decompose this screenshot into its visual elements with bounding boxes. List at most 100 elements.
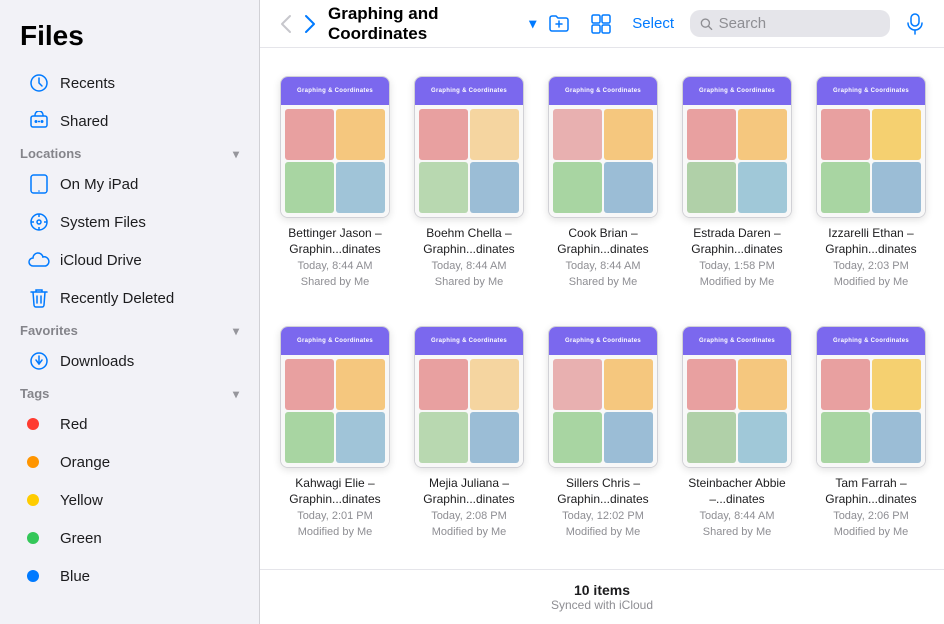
tags-chevron-icon: ▾ xyxy=(233,387,239,401)
locations-section-header[interactable]: Locations ▾ xyxy=(0,140,259,165)
new-folder-button[interactable] xyxy=(544,9,574,39)
search-bar[interactable] xyxy=(690,10,890,37)
thumb-cell xyxy=(604,162,653,213)
sidebar-item-icloud-drive[interactable]: iCloud Drive xyxy=(8,241,251,279)
thumb-header: Graphing & Coordinates xyxy=(281,327,389,355)
file-name: Kahwagi Elie – Graphin...dinates xyxy=(280,476,390,507)
tags-section-label: Tags xyxy=(20,386,49,401)
thumb-cell xyxy=(553,162,602,213)
back-button[interactable] xyxy=(276,10,296,38)
file-date: Today, 2:06 PM xyxy=(833,509,909,524)
tag-label: Orange xyxy=(60,454,110,471)
recents-label: Recents xyxy=(60,75,115,92)
thumb-cell xyxy=(872,162,921,213)
file-thumbnail: Graphing & Coordinates xyxy=(548,326,658,468)
sidebar-item-tag-blue[interactable]: Blue xyxy=(8,557,251,595)
file-date: Today, 2:01 PM xyxy=(297,509,373,524)
sidebar-item-tag-orange[interactable]: Orange xyxy=(8,443,251,481)
view-toggle-button[interactable] xyxy=(586,9,616,39)
recents-icon xyxy=(28,72,50,94)
file-item[interactable]: Graphing & Coordinates Bettinger Jason –… xyxy=(276,68,394,298)
thumb-cell xyxy=(872,359,921,410)
file-thumbnail: Graphing & Coordinates xyxy=(414,76,524,218)
thumb-cell xyxy=(419,162,468,213)
sidebar-item-downloads[interactable]: Downloads xyxy=(8,342,251,380)
system-files-icon xyxy=(28,211,50,233)
file-name: Sillers Chris – Graphin...dinates xyxy=(548,476,658,507)
file-thumbnail: Graphing & Coordinates xyxy=(280,76,390,218)
file-footer: 10 items Synced with iCloud xyxy=(260,569,944,624)
thumb-header: Graphing & Coordinates xyxy=(683,327,791,355)
file-name: Estrada Daren – Graphin...dinates xyxy=(682,226,792,257)
thumb-cell xyxy=(285,359,334,410)
thumb-cell xyxy=(604,109,653,160)
favorites-section-header[interactable]: Favorites ▾ xyxy=(0,317,259,342)
sidebar-item-shared[interactable]: Shared xyxy=(8,102,251,140)
thumb-cell xyxy=(553,359,602,410)
file-thumbnail: Graphing & Coordinates xyxy=(548,76,658,218)
thumb-cell xyxy=(470,359,519,410)
file-item[interactable]: Graphing & Coordinates Boehm Chella – Gr… xyxy=(410,68,528,298)
thumb-cell xyxy=(687,109,736,160)
select-button[interactable]: Select xyxy=(628,11,678,36)
shared-label: Shared xyxy=(60,113,108,130)
ipad-icon xyxy=(28,173,50,195)
sidebar-item-recently-deleted[interactable]: Recently Deleted xyxy=(8,279,251,317)
file-name: Izzarelli Ethan – Graphin...dinates xyxy=(816,226,926,257)
file-date: Today, 2:03 PM xyxy=(833,259,909,274)
thumb-cell xyxy=(419,109,468,160)
sidebar-item-tag-red[interactable]: Red xyxy=(8,405,251,443)
sidebar: Files Recents Shared Locations ▾ xyxy=(0,0,260,624)
thumb-cell xyxy=(821,359,870,410)
thumb-body xyxy=(817,355,925,467)
thumb-body xyxy=(549,105,657,217)
file-grid-container: Graphing & Coordinates Bettinger Jason –… xyxy=(260,48,944,569)
sidebar-item-tag-yellow[interactable]: Yellow xyxy=(8,481,251,519)
sidebar-item-system-files[interactable]: System Files xyxy=(8,203,251,241)
file-thumbnail: Graphing & Coordinates xyxy=(816,326,926,468)
icloud-icon xyxy=(28,249,50,271)
file-thumbnail: Graphing & Coordinates xyxy=(682,326,792,468)
thumb-cell xyxy=(872,412,921,463)
file-grid: Graphing & Coordinates Bettinger Jason –… xyxy=(276,68,928,548)
sidebar-item-on-my-ipad[interactable]: On My iPad xyxy=(8,165,251,203)
file-shared-status: Shared by Me xyxy=(435,275,503,290)
sidebar-item-tag-green[interactable]: Green xyxy=(8,519,251,557)
tag-label: Blue xyxy=(60,568,90,585)
file-item[interactable]: Graphing & Coordinates Steinbacher Abbie… xyxy=(678,318,796,548)
folder-title-text: Graphing and Coordinates xyxy=(328,4,525,44)
thumb-cell xyxy=(285,412,334,463)
file-date: Today, 8:44 AM xyxy=(297,259,372,274)
file-item[interactable]: Graphing & Coordinates Kahwagi Elie – Gr… xyxy=(276,318,394,548)
thumb-body xyxy=(415,355,523,467)
file-name: Tam Farrah – Graphin...dinates xyxy=(816,476,926,507)
file-shared-status: Modified by Me xyxy=(834,275,909,290)
thumb-cell xyxy=(419,412,468,463)
sidebar-item-recents[interactable]: Recents xyxy=(8,64,251,102)
file-item[interactable]: Graphing & Coordinates Tam Farrah – Grap… xyxy=(812,318,930,548)
thumb-cell xyxy=(285,162,334,213)
tag-color-dot xyxy=(28,527,50,549)
thumb-cell xyxy=(821,412,870,463)
file-item[interactable]: Graphing & Coordinates Izzarelli Ethan –… xyxy=(812,68,930,298)
file-shared-status: Modified by Me xyxy=(700,275,775,290)
file-shared-status: Modified by Me xyxy=(566,525,641,540)
file-date: Today, 2:08 PM xyxy=(431,509,507,524)
forward-button[interactable] xyxy=(300,10,320,38)
downloads-label: Downloads xyxy=(60,353,134,370)
file-item[interactable]: Graphing & Coordinates Cook Brian – Grap… xyxy=(544,68,662,298)
toolbar: Graphing and Coordinates ▾ xyxy=(260,0,944,48)
thumb-header: Graphing & Coordinates xyxy=(415,327,523,355)
file-item[interactable]: Graphing & Coordinates Sillers Chris – G… xyxy=(544,318,662,548)
file-item[interactable]: Graphing & Coordinates Mejia Juliana – G… xyxy=(410,318,528,548)
thumb-cell xyxy=(738,359,787,410)
search-input[interactable] xyxy=(719,15,880,32)
thumb-body xyxy=(683,105,791,217)
microphone-button[interactable] xyxy=(902,9,928,39)
title-chevron-icon: ▾ xyxy=(529,15,536,32)
file-item[interactable]: Graphing & Coordinates Estrada Daren – G… xyxy=(678,68,796,298)
tags-section-header[interactable]: Tags ▾ xyxy=(0,380,259,405)
thumb-cell xyxy=(419,359,468,410)
file-shared-status: Modified by Me xyxy=(298,525,373,540)
tag-label: Red xyxy=(60,416,88,433)
